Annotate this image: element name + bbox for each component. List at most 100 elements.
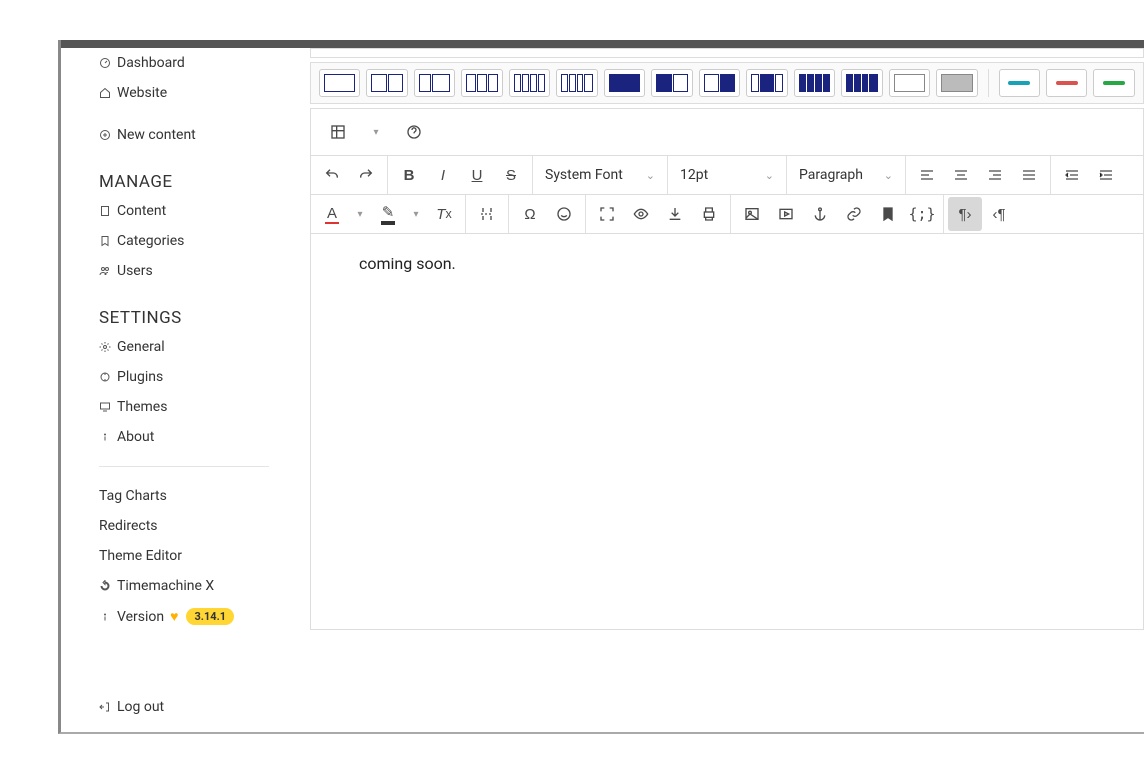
sidebar-item-new-content[interactable]: New content (99, 120, 299, 150)
help-button[interactable] (397, 115, 431, 149)
editor-content[interactable]: coming soon. (310, 234, 1144, 630)
sidebar-divider (99, 466, 269, 467)
video-button[interactable] (769, 197, 803, 231)
sidebar-item-general[interactable]: General (99, 332, 299, 362)
layout-3col-fill-mid[interactable] (746, 69, 787, 97)
sidebar-item-content[interactable]: Content (99, 196, 299, 226)
strikethrough-button[interactable]: S (494, 158, 528, 192)
indent-button[interactable] (1089, 158, 1123, 192)
editor-toolbar-1: B I U S System Font ⌄ 12pt ⌄ Paragraph ⌄ (310, 155, 1144, 195)
sidebar-item-label: About (117, 429, 154, 445)
editor-top-strip (310, 48, 1144, 58)
block-format-value: Paragraph (799, 167, 863, 183)
italic-button[interactable]: I (426, 158, 460, 192)
rtl-button[interactable]: ‹¶ (982, 197, 1016, 231)
sidebar-item-label: General (117, 339, 165, 355)
layout-4col-fill[interactable] (794, 69, 835, 97)
sidebar-item-plugins[interactable]: Plugins (99, 362, 299, 392)
sidebar-item-theme-editor[interactable]: Theme Editor (99, 541, 299, 571)
sidebar-item-dashboard[interactable]: Dashboard (99, 48, 299, 78)
chevron-down-icon[interactable]: ▾ (349, 197, 371, 231)
layout-2col-fill-left[interactable] (651, 69, 692, 97)
code-button[interactable]: {;} (905, 197, 939, 231)
sidebar-item-label: Dashboard (117, 55, 185, 71)
editor-text: coming soon. (359, 254, 456, 273)
users-icon (99, 265, 111, 277)
sidebar-section-settings: SETTINGS (99, 308, 299, 328)
layout-2col-left[interactable] (414, 69, 455, 97)
align-right-button[interactable] (978, 158, 1012, 192)
font-family-select[interactable]: System Font ⌄ (537, 158, 663, 192)
layout-stripe-green[interactable] (1093, 69, 1134, 97)
sidebar-item-categories[interactable]: Categories (99, 226, 299, 256)
fullscreen-button[interactable] (590, 197, 624, 231)
bookmark-icon (99, 235, 111, 247)
save-button[interactable] (658, 197, 692, 231)
sidebar-item-themes[interactable]: Themes (99, 392, 299, 422)
emoji-button[interactable] (547, 197, 581, 231)
special-char-button[interactable]: Ω (513, 197, 547, 231)
sidebar-item-tag-charts[interactable]: Tag Charts (99, 481, 299, 511)
sidebar-item-about[interactable]: About (99, 422, 299, 452)
layout-toolbar (310, 62, 1144, 104)
bold-button[interactable]: B (392, 158, 426, 192)
sidebar-item-label: Plugins (117, 369, 163, 385)
font-size-select[interactable]: 12pt ⌄ (672, 158, 782, 192)
layout-boxed[interactable] (889, 69, 930, 97)
highlight-color-button[interactable]: ✎ (371, 197, 405, 231)
link-button[interactable] (837, 197, 871, 231)
block-format-select[interactable]: Paragraph ⌄ (791, 158, 901, 192)
ltr-button[interactable]: ¶› (948, 197, 982, 231)
align-center-button[interactable] (944, 158, 978, 192)
chevron-down-icon: ⌄ (884, 169, 893, 182)
bookmark-button[interactable] (871, 197, 905, 231)
layout-1col-fill[interactable] (604, 69, 645, 97)
layout-4col-wide[interactable] (556, 69, 597, 97)
image-button[interactable] (735, 197, 769, 231)
sidebar-item-label: Log out (117, 699, 164, 715)
layout-1col[interactable] (319, 69, 360, 97)
anchor-button[interactable] (803, 197, 837, 231)
sidebar-item-users[interactable]: Users (99, 256, 299, 286)
sidebar-item-label: New content (117, 127, 196, 143)
outdent-button[interactable] (1055, 158, 1089, 192)
chevron-down-icon[interactable]: ▾ (365, 115, 387, 149)
sidebar-section-manage: MANAGE (99, 172, 299, 192)
align-justify-button[interactable] (1012, 158, 1046, 192)
layout-stripe-red[interactable] (1046, 69, 1087, 97)
layout-grey[interactable] (936, 69, 977, 97)
redo-button[interactable] (349, 158, 383, 192)
gear-icon (99, 341, 111, 353)
text-color-button[interactable]: A (315, 197, 349, 231)
layout-stripe-cyan[interactable] (999, 69, 1040, 97)
clear-format-button[interactable]: Tx (427, 197, 461, 231)
sidebar-item-logout[interactable]: Log out (99, 692, 164, 722)
layout-3col[interactable] (461, 69, 502, 97)
logout-icon (99, 701, 111, 713)
preview-button[interactable] (624, 197, 658, 231)
sidebar-item-version[interactable]: Version ♥ 3.14.1 (99, 601, 299, 632)
sidebar-item-label: Content (117, 203, 166, 219)
sidebar-item-timemachine[interactable]: Timemachine X (99, 571, 299, 601)
sidebar-item-label: Categories (117, 233, 184, 249)
layout-4col-fill-b[interactable] (841, 69, 882, 97)
sidebar-item-redirects[interactable]: Redirects (99, 511, 299, 541)
plugin-icon (99, 371, 111, 383)
align-left-button[interactable] (910, 158, 944, 192)
layout-2col-fill-right[interactable] (699, 69, 740, 97)
document-icon (99, 205, 111, 217)
info-icon (99, 611, 111, 623)
layout-2col[interactable] (366, 69, 407, 97)
undo-button[interactable] (315, 158, 349, 192)
chevron-down-icon: ⌄ (765, 169, 774, 182)
sidebar-item-website[interactable]: Website (99, 78, 299, 108)
sidebar-item-label: Website (117, 85, 167, 101)
chevron-down-icon[interactable]: ▾ (405, 197, 427, 231)
layout-4col[interactable] (509, 69, 550, 97)
print-button[interactable] (692, 197, 726, 231)
table-menu-button[interactable] (321, 115, 355, 149)
underline-button[interactable]: U (460, 158, 494, 192)
gauge-icon (99, 57, 111, 69)
page-break-button[interactable] (470, 197, 504, 231)
info-icon (99, 431, 111, 443)
